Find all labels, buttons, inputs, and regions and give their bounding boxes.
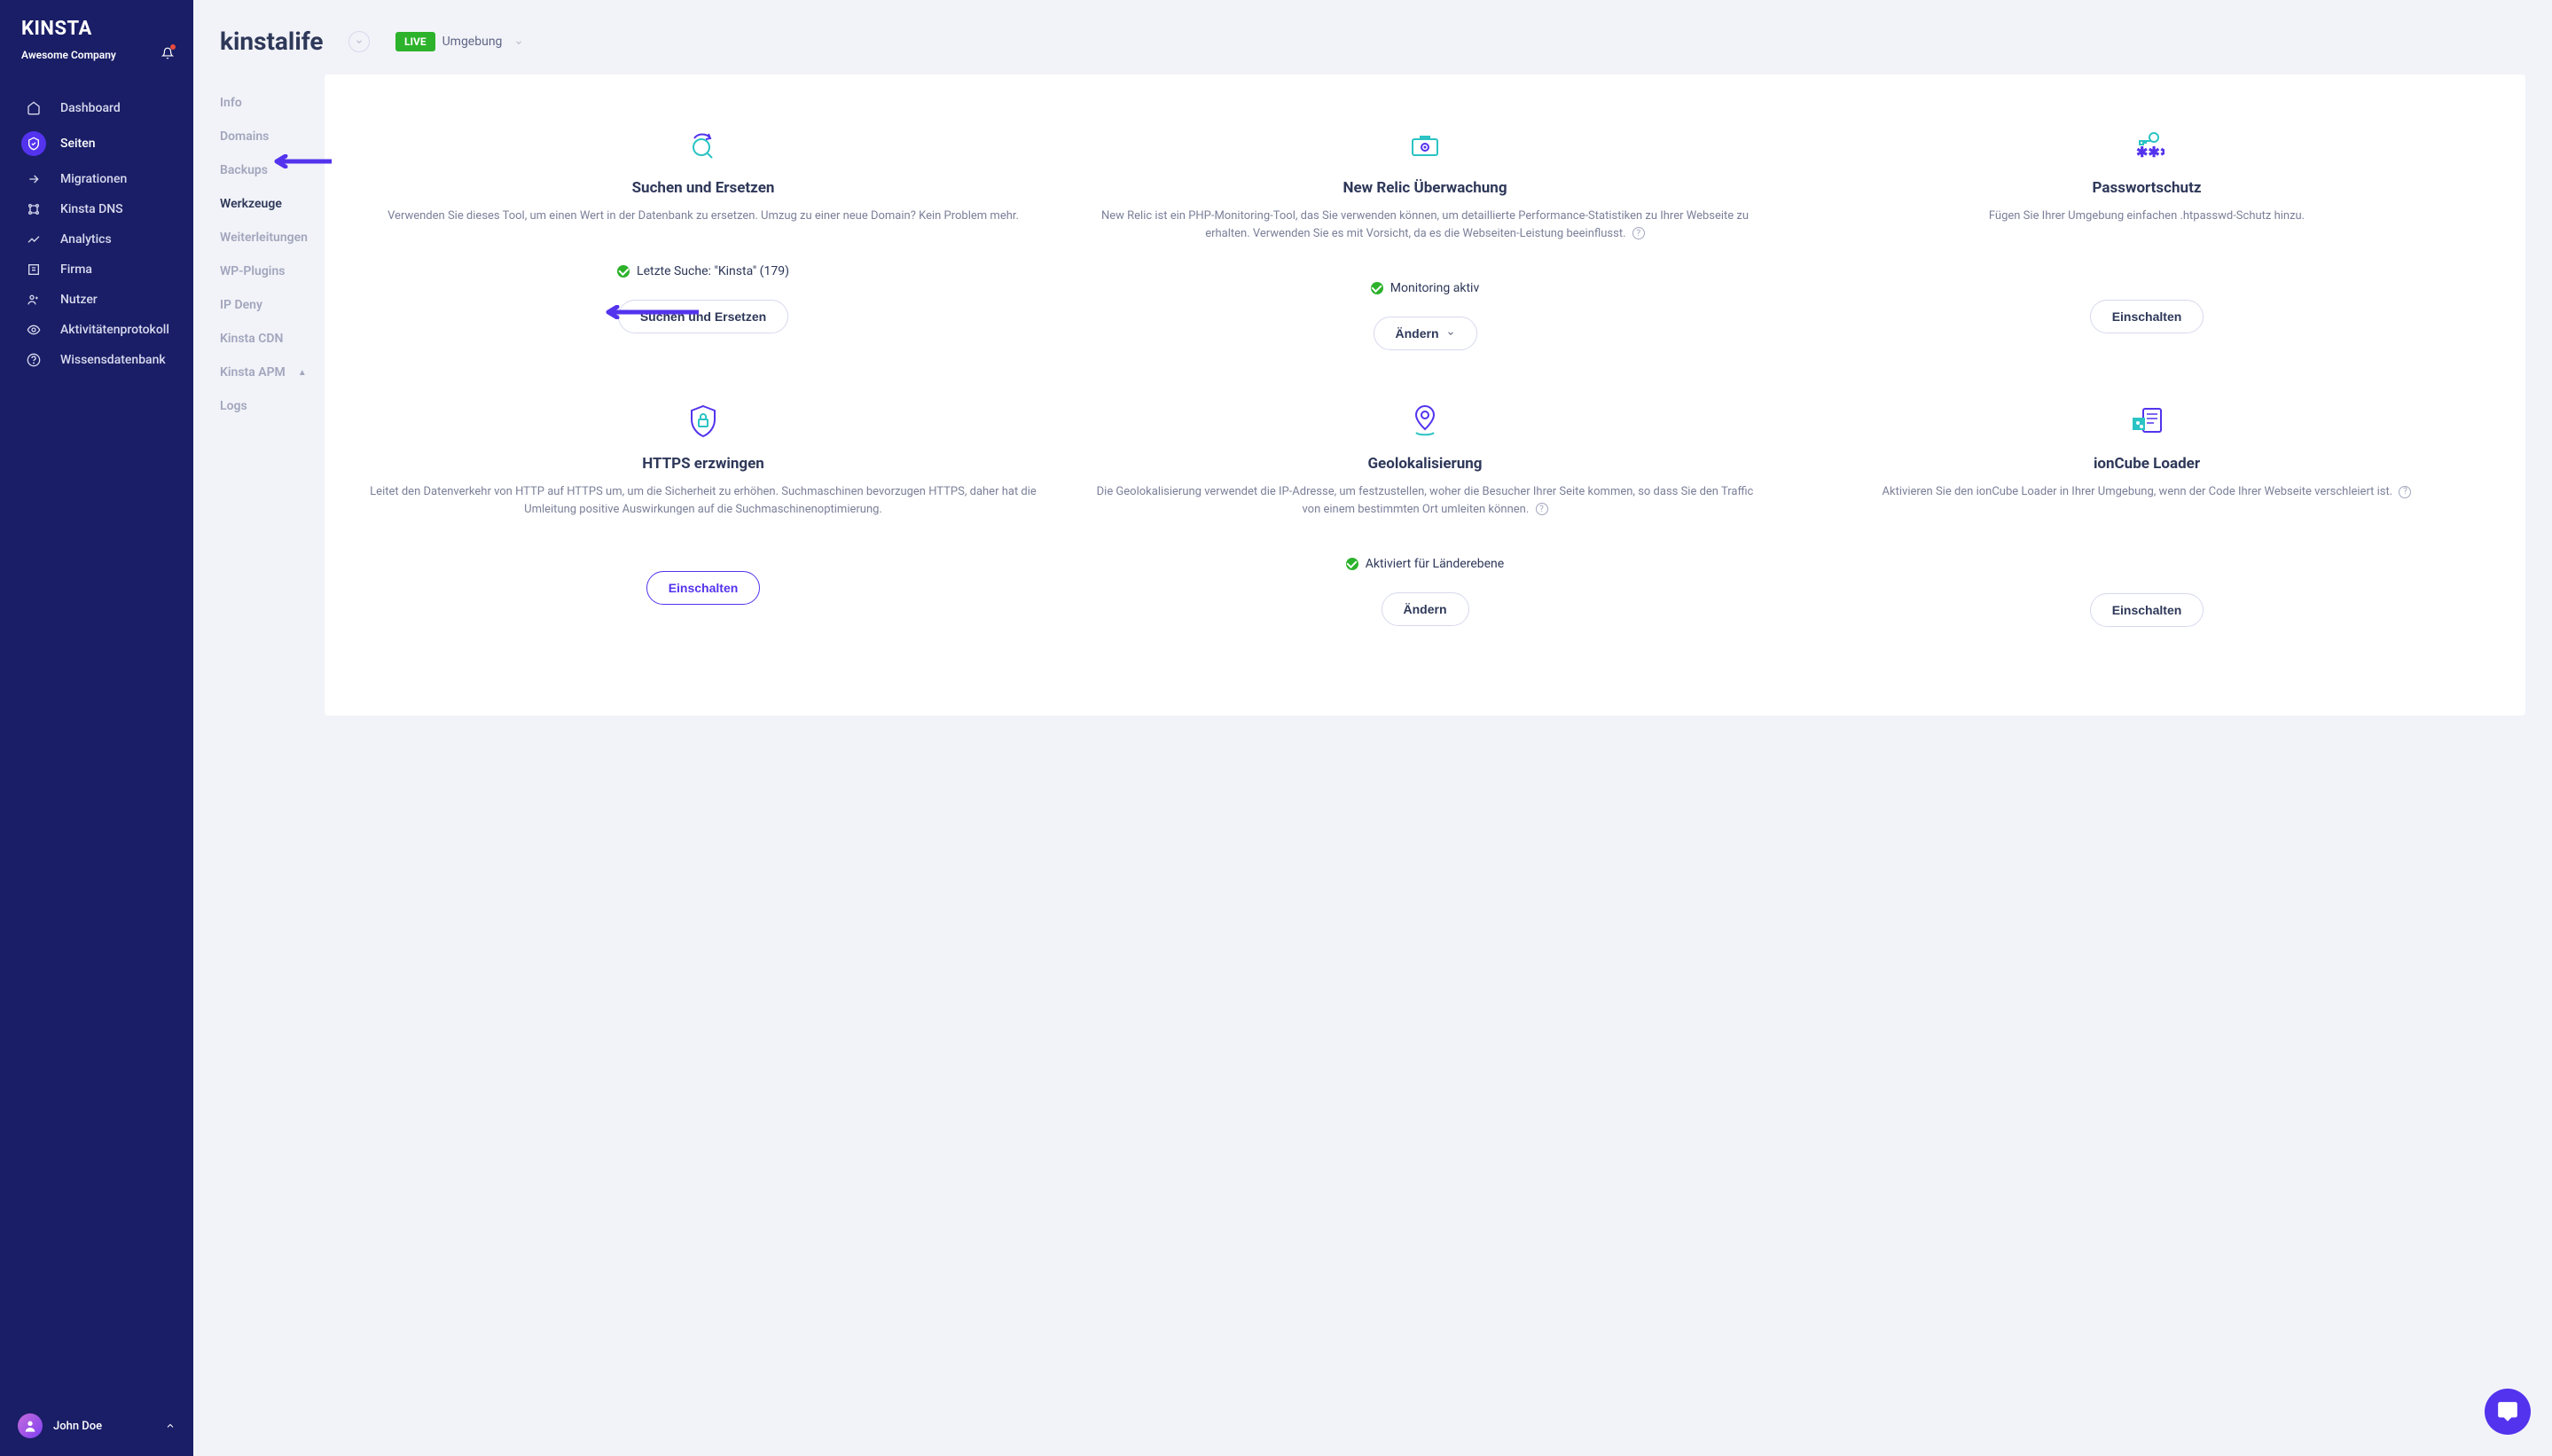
env-badge: LIVE (395, 32, 435, 51)
subnav-redirects[interactable]: Weiterleitungen (220, 221, 325, 254)
card-ioncube-desc: Aktivieren Sie den ionCube Loader in Ihr… (1812, 483, 2481, 501)
nav-dashboard-label: Dashboard (60, 101, 121, 115)
user-menu[interactable]: John Doe (0, 1401, 193, 1456)
annotation-arrow-icon (601, 305, 699, 319)
avatar-icon (18, 1413, 43, 1438)
nav-analytics-label: Analytics (60, 232, 112, 247)
check-icon (1371, 282, 1383, 294)
nav-company[interactable]: Firma (0, 254, 193, 285)
card-newrelic-desc: New Relic ist ein PHP-Monitoring-Tool, d… (1091, 207, 1759, 242)
env-selector[interactable] (514, 34, 523, 51)
card-search-desc: Verwenden Sie dieses Tool, um einen Wert… (369, 207, 1037, 225)
password-icon: ✱✱✱ (1812, 128, 2481, 163)
nav-kb[interactable]: Wissensdatenbank (0, 345, 193, 375)
subnav-apm[interactable]: Kinsta APM▲ (220, 356, 325, 389)
help-icon[interactable]: ? (2399, 486, 2411, 498)
notifications-button[interactable] (161, 46, 174, 63)
subnav-tools[interactable]: Werkzeuge (220, 187, 325, 221)
ioncube-enable-button[interactable]: Einschalten (2090, 593, 2204, 627)
card-newrelic: New Relic Überwachung New Relic ist ein … (1073, 128, 1777, 350)
nav-sites-label: Seiten (60, 137, 96, 151)
help-icon[interactable]: ? (1632, 227, 1645, 239)
nav-activity[interactable]: Aktivitätenprotokoll (0, 315, 193, 345)
nav-migrations-label: Migrationen (60, 172, 127, 186)
newrelic-icon (1091, 128, 1759, 163)
card-geo-desc: Die Geolokalisierung verwendet die IP-Ad… (1091, 483, 1759, 518)
nav-kb-label: Wissensdatenbank (60, 353, 166, 367)
card-geo: Geolokalisierung Die Geolokalisierung ve… (1073, 403, 1777, 627)
site-title: kinstalife (220, 27, 324, 56)
https-icon (369, 403, 1037, 439)
user-name: John Doe (53, 1420, 154, 1433)
nav-users[interactable]: Nutzer (0, 285, 193, 315)
geo-modify-button[interactable]: Ändern (1382, 592, 1469, 626)
nav-users-label: Nutzer (60, 293, 98, 307)
newrelic-modify-button[interactable]: Ändern (1374, 317, 1477, 350)
card-https-title: HTTPS erzwingen (369, 455, 1037, 473)
brand-logo: KINSTA (21, 18, 172, 40)
card-newrelic-title: New Relic Überwachung (1091, 179, 1759, 197)
https-enable-button[interactable]: Einschalten (646, 571, 761, 605)
svg-text:✱✱✱: ✱✱✱ (2136, 144, 2165, 160)
main-sidebar: KINSTA Awesome Company Dashboard Seiten … (0, 0, 193, 1456)
nav-migrations[interactable]: Migrationen (0, 164, 193, 194)
card-ioncube-title: ionCube Loader (1812, 455, 2481, 473)
tools-content: Suchen und Ersetzen Verwenden Sie dieses… (325, 74, 2525, 716)
search-replace-icon (369, 128, 1037, 163)
subnav-info[interactable]: Info (220, 86, 325, 120)
card-password: ✱✱✱ Passwortschutz Fügen Sie Ihrer Umgeb… (1795, 128, 2499, 350)
nav-sites[interactable]: Seiten (0, 123, 193, 164)
subnav-domains[interactable]: Domains (220, 120, 325, 153)
card-geo-status: Aktiviert für Länderebene (1366, 557, 1504, 571)
annotation-arrow-icon (270, 154, 332, 168)
card-newrelic-status: Monitoring aktiv (1390, 281, 1479, 295)
geo-icon (1091, 403, 1759, 439)
company-name: Awesome Company (21, 49, 172, 61)
card-password-title: Passwortschutz (1812, 179, 2481, 197)
subnav-cdn[interactable]: Kinsta CDN (220, 322, 325, 356)
card-password-desc: Fügen Sie Ihrer Umgebung einfachen .htpa… (1812, 207, 2481, 225)
nav-dns[interactable]: Kinsta DNS (0, 194, 193, 224)
nav-analytics[interactable]: Analytics (0, 224, 193, 254)
nav-activity-label: Aktivitätenprotokoll (60, 323, 169, 337)
card-https-desc: Leitet den Datenverkehr von HTTP auf HTT… (369, 483, 1037, 518)
card-search-replace: Suchen und Ersetzen Verwenden Sie dieses… (351, 128, 1055, 350)
chevron-up-icon (165, 1418, 176, 1435)
card-https: HTTPS erzwingen Leitet den Datenverkehr … (351, 403, 1055, 627)
subnav-ipdeny[interactable]: IP Deny (220, 288, 325, 322)
card-ioncube: ionCube Loader Aktivieren Sie den ionCub… (1795, 403, 2499, 627)
nav-dashboard[interactable]: Dashboard (0, 93, 193, 123)
chat-button[interactable] (2485, 1389, 2531, 1435)
env-label: Umgebung (442, 35, 503, 49)
check-icon (1346, 558, 1358, 570)
card-search-status: Letzte Suche: "Kinsta" (179) (637, 264, 789, 278)
card-search-title: Suchen und Ersetzen (369, 179, 1037, 197)
notification-dot-icon (170, 44, 176, 50)
ioncube-icon (1812, 403, 2481, 439)
help-icon[interactable]: ? (1536, 503, 1548, 515)
subnav-logs[interactable]: Logs (220, 389, 325, 423)
password-enable-button[interactable]: Einschalten (2090, 300, 2204, 333)
card-geo-title: Geolokalisierung (1091, 455, 1759, 473)
check-icon (617, 265, 630, 278)
nav-company-label: Firma (60, 262, 92, 277)
nav-dns-label: Kinsta DNS (60, 202, 123, 216)
premium-badge-icon: ▲ (298, 368, 307, 378)
subnav-plugins[interactable]: WP-Plugins (220, 254, 325, 288)
